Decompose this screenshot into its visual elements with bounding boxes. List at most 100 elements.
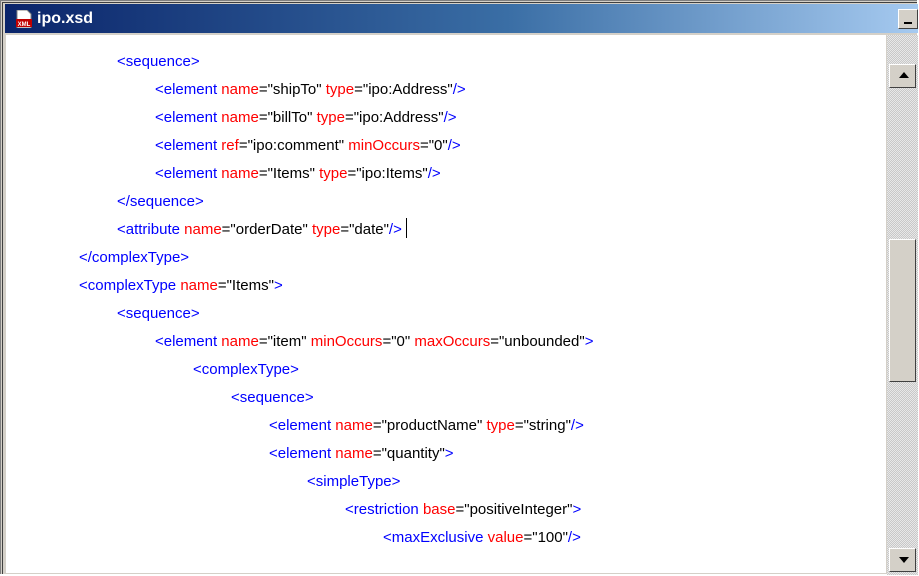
xml-tag-token: /> — [452, 81, 466, 98]
arrow-up-icon — [899, 72, 909, 78]
code-editor[interactable]: <sequence> <element name="shipTo" type="i… — [6, 35, 886, 573]
xml-tag-token: </sequence> — [117, 193, 204, 210]
xml-attribute-token: name — [221, 165, 259, 182]
code-line: <complexType> — [193, 356, 299, 384]
text-caret — [405, 218, 407, 238]
xml-value-token: ="quantity" — [372, 445, 445, 462]
xml-tag-token: <maxExclusive — [383, 529, 488, 546]
code-line: <sequence> — [231, 384, 314, 412]
xml-tag-token: > — [584, 333, 594, 350]
code-line: <attribute name="orderDate" type="date"/… — [117, 216, 407, 244]
scroll-up-button[interactable] — [889, 64, 916, 88]
xml-attribute-token: name — [335, 445, 373, 462]
xml-value-token: ="ipo:Address" — [344, 109, 444, 126]
xml-tag-token: /> — [388, 221, 402, 238]
xml-tag-token: <restriction — [345, 501, 423, 518]
xml-tag-token: </complexType> — [79, 249, 190, 266]
xml-value-token: ="0" — [382, 333, 415, 350]
xml-value-token: ="productName" — [372, 417, 487, 434]
code-line: <element name="productName" type="string… — [269, 412, 584, 440]
xml-value-token: ="Items" — [217, 277, 274, 294]
code-line: <maxExclusive value="100"/> — [383, 524, 581, 552]
xml-attribute-token: value — [487, 529, 524, 546]
scroll-down-button[interactable] — [889, 548, 916, 572]
xml-value-token: ="0" — [419, 137, 448, 154]
xml-value-token: ="ipo:Items" — [347, 165, 428, 182]
xml-tag-token: /> — [447, 137, 461, 154]
xml-value-token: ="100" — [523, 529, 568, 546]
xml-attribute-token: name — [184, 221, 222, 238]
xml-value-token: ="Items" — [258, 165, 320, 182]
xml-value-token: ="ipo:comment" — [238, 137, 349, 154]
xml-file-icon: XML — [16, 10, 32, 28]
code-line: </sequence> — [117, 188, 204, 216]
xml-attribute-token: minOccurs — [310, 333, 383, 350]
xml-attribute-token: type — [319, 165, 348, 182]
editor-window: XML ipo.xsd <sequence> <element name="shi… — [0, 0, 918, 575]
scroll-thumb[interactable] — [889, 239, 916, 382]
xml-tag-token: > — [444, 445, 454, 462]
xml-attribute-token: type — [316, 109, 345, 126]
code-line: <element name="item" minOccurs="0" maxOc… — [155, 328, 593, 356]
arrow-down-icon — [899, 557, 909, 563]
xml-attribute-token: name — [180, 277, 218, 294]
code-line: </complexType> — [79, 244, 189, 272]
xml-tag-token: <element — [155, 333, 222, 350]
code-line: <complexType name="Items"> — [79, 272, 283, 300]
minimize-button[interactable] — [898, 9, 918, 29]
code-line: <element name="Items" type="ipo:Items"/> — [155, 160, 441, 188]
xml-tag-token: <sequence> — [231, 389, 314, 406]
xml-value-token: ="positiveInteger" — [455, 501, 573, 518]
xml-tag-token: <element — [155, 137, 222, 154]
xml-attribute-token: name — [221, 81, 259, 98]
xml-attribute-token: name — [335, 417, 373, 434]
vertical-scrollbar[interactable] — [887, 35, 918, 575]
xml-attribute-token: type — [311, 221, 341, 238]
xml-tag-token: /> — [567, 529, 581, 546]
xml-icon-label: XML — [18, 22, 31, 28]
xml-tag-token: <attribute — [117, 221, 185, 238]
xml-tag-token: > — [273, 277, 283, 294]
xml-value-token: ="ipo:Address" — [354, 81, 453, 98]
xml-tag-token: /> — [570, 417, 584, 434]
xml-attribute-token: minOccurs — [348, 137, 420, 154]
code-line: <restriction base="positiveInteger"> — [345, 496, 581, 524]
xml-tag-token: <element — [269, 445, 336, 462]
xml-attribute-token: type — [325, 81, 355, 98]
xml-tag-token: <element — [155, 109, 222, 126]
xml-value-token: ="orderDate" — [221, 221, 312, 238]
code-line: <element name="shipTo" type="ipo:Address… — [155, 76, 466, 104]
code-line: <sequence> — [117, 48, 200, 76]
xml-value-token: ="item" — [258, 333, 311, 350]
xml-value-token: ="unbounded" — [490, 333, 585, 350]
xml-tag-token: > — [572, 501, 582, 518]
xml-tag-token: <sequence> — [117, 305, 200, 322]
xml-value-token: ="billTo" — [258, 109, 317, 126]
xml-tag-token: <simpleType> — [307, 473, 401, 490]
xml-tag-token: /> — [427, 165, 441, 182]
xml-tag-token: <sequence> — [117, 53, 200, 70]
xml-attribute-token: base — [422, 501, 456, 518]
xml-value-token: ="date" — [340, 221, 389, 238]
xml-tag-token: <complexType> — [193, 361, 299, 378]
code-line: <element name="quantity"> — [269, 440, 454, 468]
code-line: <simpleType> — [307, 468, 400, 496]
xml-tag-token: <element — [155, 165, 222, 182]
xml-attribute-token: ref — [221, 137, 239, 154]
xml-tag-token: <complexType — [79, 277, 181, 294]
title-bar[interactable]: XML ipo.xsd — [5, 4, 918, 33]
xml-tag-token: /> — [443, 109, 457, 126]
xml-attribute-token: name — [221, 109, 259, 126]
code-line: <element ref="ipo:comment" minOccurs="0"… — [155, 132, 461, 160]
xml-tag-token: <element — [269, 417, 336, 434]
minimize-icon — [904, 22, 912, 24]
xml-attribute-token: type — [486, 417, 515, 434]
xml-tag-token: <element — [155, 81, 222, 98]
code-line: <sequence> — [117, 300, 200, 328]
xml-attribute-token: maxOccurs — [414, 333, 491, 350]
xml-attribute-token: name — [221, 333, 259, 350]
xml-value-token: ="string" — [514, 417, 571, 434]
xml-value-token: ="shipTo" — [258, 81, 326, 98]
window-title: ipo.xsd — [37, 10, 94, 27]
code-line: <element name="billTo" type="ipo:Address… — [155, 104, 457, 132]
